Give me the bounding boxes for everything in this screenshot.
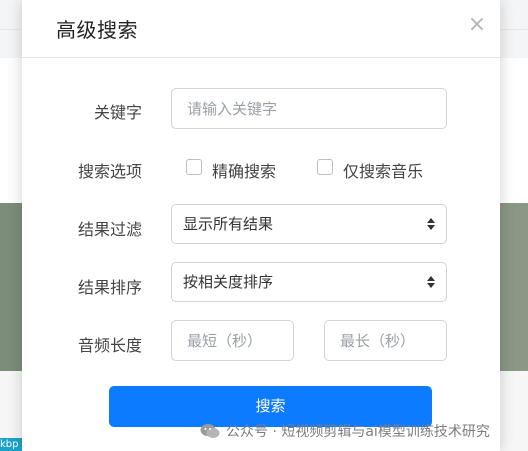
min-length-input[interactable]	[171, 320, 294, 361]
close-icon: ×	[467, 12, 487, 37]
select-arrows-icon	[427, 276, 435, 288]
close-button[interactable]: ×	[466, 14, 488, 36]
watermark-text: 公众号 · 短视频剪辑与ai模型训练技术研究	[226, 424, 490, 440]
result-filter-value: 显示所有结果	[183, 215, 274, 233]
audio-length-label: 音频长度	[77, 336, 142, 355]
result-sort-value: 按相关度排序	[183, 273, 274, 291]
advanced-search-modal: 高级搜索 × 关键字 搜索选项 精确搜索 仅搜索音乐 结果过滤 显示所有结果 结…	[22, 0, 500, 451]
max-length-input[interactable]	[324, 320, 447, 361]
exact-search-checkbox[interactable]	[186, 159, 202, 175]
watermark: 公众号 · 短视频剪辑与ai模型训练技术研究	[200, 421, 490, 441]
result-filter-label: 结果过滤	[77, 220, 142, 239]
background-chip: kbp	[0, 438, 22, 451]
wechat-icon	[200, 424, 220, 438]
exact-search-label[interactable]: 精确搜索	[212, 158, 276, 182]
keyword-input[interactable]	[171, 88, 447, 129]
music-only-label[interactable]: 仅搜索音乐	[343, 158, 423, 182]
search-options-label: 搜索选项	[77, 162, 142, 181]
modal-header: 高级搜索 ×	[22, 0, 500, 58]
music-only-checkbox[interactable]	[317, 159, 333, 175]
result-sort-select[interactable]: 按相关度排序	[171, 262, 447, 302]
modal-title: 高级搜索	[56, 18, 138, 42]
result-filter-select[interactable]: 显示所有结果	[171, 204, 447, 244]
select-arrows-icon	[427, 218, 435, 230]
keyword-label: 关键字	[93, 103, 142, 122]
result-sort-label: 结果排序	[77, 278, 142, 297]
